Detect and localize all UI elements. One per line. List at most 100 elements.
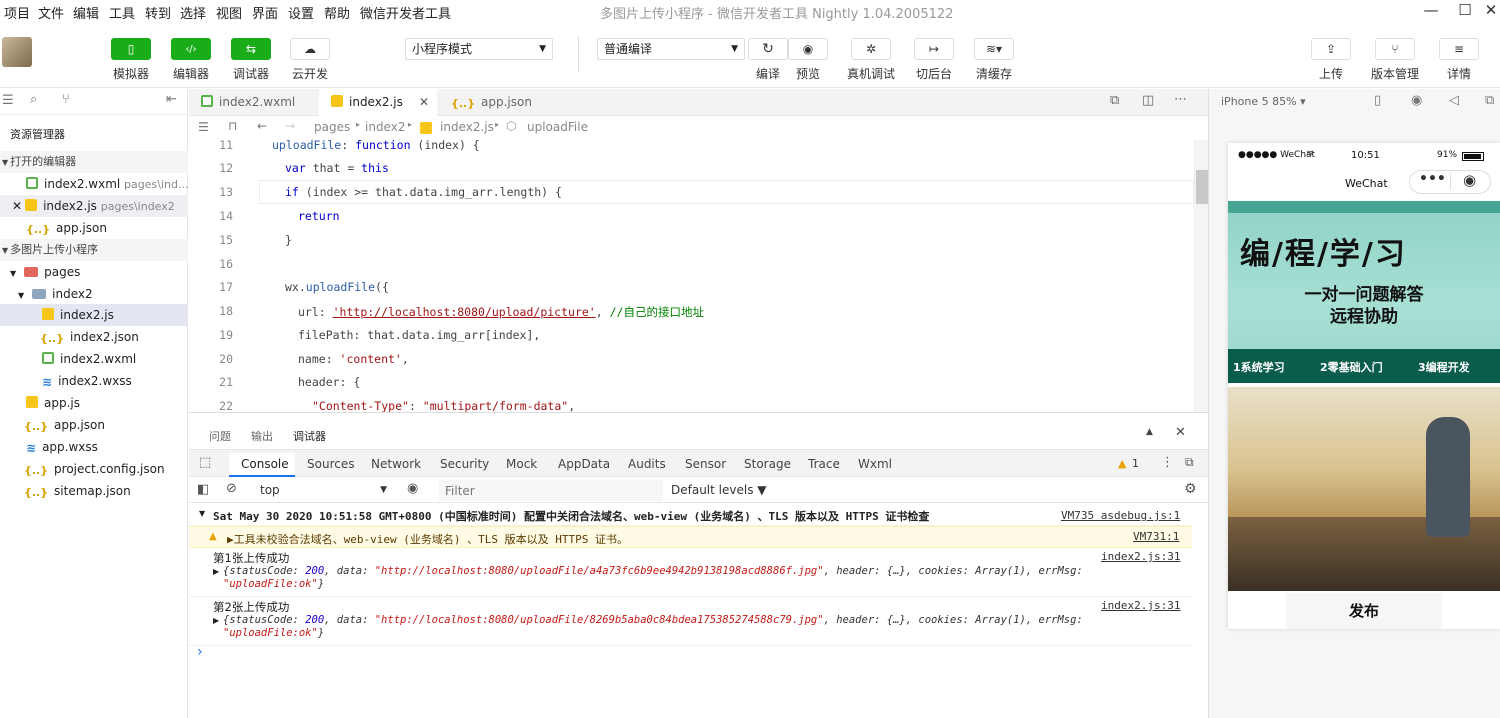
breadcrumb-item[interactable]: pages [314, 120, 350, 134]
search-icon[interactable]: ⌕ [30, 92, 37, 107]
hiker-photo[interactable] [1228, 387, 1500, 591]
close-icon[interactable]: ✕ [419, 89, 429, 116]
more-icon[interactable]: ••• [1419, 171, 1446, 187]
warning-text[interactable]: ▶工具未校验合法域名、web-view (业务域名) 、TLS 版本以及 HTT… [227, 531, 628, 547]
devtools-tab-sources[interactable]: Sources [307, 457, 354, 471]
remote-debug-button[interactable]: ✲ [851, 38, 891, 60]
log-object[interactable]: {statusCode: 200, data: "http://localhos… [223, 565, 1083, 577]
editor-toggle-button[interactable]: ‹/› [171, 38, 211, 60]
close-icon[interactable]: ✕ [1476, 0, 1500, 22]
chevron-right-icon[interactable]: ▶ [213, 616, 219, 625]
code-url[interactable]: 'http://localhost:8080/upload/picture' [333, 305, 596, 319]
avatar[interactable] [2, 37, 32, 67]
menu-wechat-devtools[interactable]: 微信开发者工具 [360, 3, 451, 22]
background-button[interactable]: ↦ [914, 38, 954, 60]
maximize-panel-icon[interactable]: ▲ [1146, 427, 1153, 437]
tree-item[interactable]: ▼ index2 [0, 283, 188, 305]
clear-console-icon[interactable]: ⊘ [226, 481, 237, 496]
log-source-link[interactable]: index2.js:31 [1101, 550, 1180, 563]
tree-item[interactable]: {..} sitemap.json [0, 480, 188, 502]
undock-icon[interactable]: ⧉ [1185, 455, 1194, 470]
devtools-tab-network[interactable]: Network [371, 457, 421, 471]
capsule-button[interactable]: ••• ◉ [1409, 170, 1491, 194]
close-circle-icon[interactable]: ◉ [1463, 171, 1476, 189]
menu-edit[interactable]: 编辑 [73, 3, 99, 22]
branch-icon[interactable]: ⑂ [62, 92, 70, 107]
clear-cache-button[interactable]: ≋▾ [974, 38, 1014, 60]
log-levels-select[interactable]: Default levels ▼ [671, 483, 767, 497]
devtools-tab-trace[interactable]: Trace [808, 457, 840, 471]
project-header[interactable]: ▼ 多图片上传小程序 [0, 239, 188, 261]
forward-arrow-icon[interactable]: → [285, 119, 295, 133]
cloud-button[interactable]: ☁ [290, 38, 330, 60]
more-icon[interactable]: ⋯ [1174, 92, 1187, 107]
log-source-link[interactable]: VM735 asdebug.js:1 [1061, 509, 1180, 522]
console-filter-input[interactable] [439, 480, 663, 501]
tree-item[interactable]: {..} project.config.json [0, 458, 188, 480]
eye-icon[interactable]: ◉ [407, 481, 418, 496]
device-select[interactable]: iPhone 5 85% ▾ [1221, 95, 1306, 108]
course-banner-image[interactable]: 编/程/学/习 一对一问题解答 远程协助 1系统学习 2零基础入门 3编程开发 [1228, 201, 1500, 383]
tab-problems[interactable]: 问题 [209, 428, 231, 444]
version-button[interactable]: ⑂ [1375, 38, 1415, 60]
tab-debugger[interactable]: 调试器 [293, 428, 326, 444]
menu-project[interactable]: 项目 [4, 3, 30, 22]
menu-select[interactable]: 选择 [180, 3, 206, 22]
chevron-right-icon[interactable]: ▶ [213, 567, 219, 576]
devtools-tab-console[interactable]: Console [241, 457, 289, 471]
simulator-toggle-button[interactable]: ▯ [111, 38, 151, 60]
open-file-item[interactable]: index2.wxml pages\ind... [0, 173, 188, 195]
menu-help[interactable]: 帮助 [324, 3, 350, 22]
menu-file[interactable]: 文件 [38, 3, 64, 22]
volume-icon[interactable]: ◁ [1449, 93, 1459, 108]
editor-scrollbar[interactable] [1194, 140, 1208, 412]
sidebar-toggle-icon[interactable]: ◧ [197, 482, 209, 497]
menu-settings[interactable]: 设置 [288, 3, 314, 22]
breadcrumb-item[interactable]: index2.js [440, 120, 494, 134]
console-prompt[interactable]: › [197, 644, 203, 660]
scrollbar-thumb[interactable] [1196, 170, 1208, 204]
devtools-tab-storage[interactable]: Storage [744, 457, 791, 471]
phone-icon[interactable]: ▯ [1374, 93, 1381, 108]
tree-item[interactable]: index2.wxml [0, 348, 188, 370]
devtools-tab-sensor[interactable]: Sensor [685, 457, 726, 471]
open-editors-header[interactable]: ▼ 打开的编辑器 [0, 151, 188, 173]
console-group-header[interactable]: ▼ Sat May 30 2020 10:51:58 GMT+0800 (中国标… [189, 506, 1192, 526]
devtools-tab-mock[interactable]: Mock [506, 457, 537, 471]
tree-item[interactable]: {..} app.json [0, 414, 188, 436]
log-object[interactable]: {statusCode: 200, data: "http://localhos… [223, 614, 1083, 626]
tab-output[interactable]: 输出 [251, 428, 273, 444]
menu-interface[interactable]: 界面 [252, 3, 278, 22]
more-vertical-icon[interactable]: ⋮ [1161, 455, 1174, 470]
close-panel-icon[interactable]: ✕ [1175, 425, 1186, 440]
devtools-tab-appdata[interactable]: AppData [558, 457, 610, 471]
warning-icon[interactable]: ▲ [1118, 457, 1126, 470]
devtools-tab-security[interactable]: Security [440, 457, 489, 471]
devtools-tab-wxml[interactable]: Wxml [858, 457, 892, 471]
tab-index2-js[interactable]: index2.js ✕ [319, 89, 437, 116]
breadcrumb-item[interactable]: index2 [365, 120, 405, 134]
upload-button[interactable]: ⇪ [1311, 38, 1351, 60]
menu-icon[interactable]: ☰ [198, 120, 209, 134]
log-source-link[interactable]: index2.js:31 [1101, 599, 1180, 612]
tree-item[interactable]: app.js [0, 392, 188, 414]
inspect-icon[interactable]: ⬚ [199, 455, 211, 470]
log-source-link[interactable]: VM731:1 [1133, 530, 1179, 543]
mode-select[interactable]: 小程序模式 ▼ [405, 38, 553, 60]
compile-button[interactable]: ↻ [748, 38, 788, 60]
undock-icon[interactable]: ⧉ [1485, 93, 1494, 108]
compile-select[interactable]: 普通编译 ▼ [597, 38, 745, 60]
publish-button[interactable]: 发布 [1286, 593, 1442, 629]
debugger-toggle-button[interactable]: ⇆ [231, 38, 271, 60]
tree-item[interactable]: ≋ index2.wxss [0, 370, 188, 392]
tree-item[interactable]: ▼ pages [0, 261, 188, 283]
close-icon[interactable]: ✕ [12, 199, 22, 213]
gear-icon[interactable]: ⚙ [1184, 481, 1197, 497]
code-editor[interactable]: 11 uploadFile: function (index) { 12 var… [189, 140, 1208, 412]
list-icon[interactable]: ☰ [2, 93, 14, 108]
menu-view[interactable]: 视图 [216, 3, 242, 22]
minimize-icon[interactable]: — [1416, 0, 1446, 22]
open-file-item[interactable]: {..} app.json [0, 217, 188, 239]
tree-item[interactable]: index2.js [0, 304, 188, 326]
tree-item[interactable]: {..} index2.json [0, 326, 188, 348]
